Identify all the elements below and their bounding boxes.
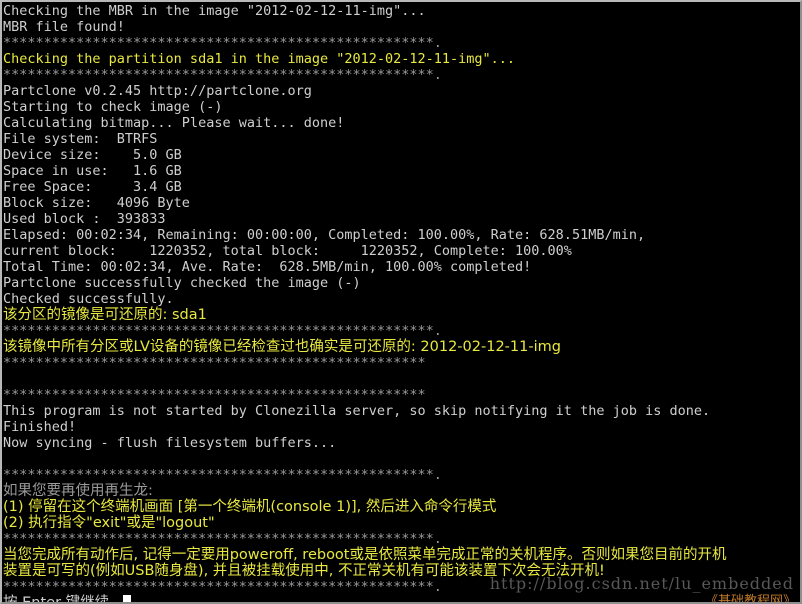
terminal-line: Finished! xyxy=(3,419,77,435)
terminal-line: File system: BTRFS xyxy=(3,131,158,147)
terminal-line: (2) 执行指令"exit"或是"logout" xyxy=(3,515,215,531)
terminal-line: Now syncing - flush filesystem buffers..… xyxy=(3,435,337,451)
terminal-line: Block size: 4096 Byte xyxy=(3,195,190,211)
terminal-line: 如果您要再使用再生龙: xyxy=(3,483,153,499)
terminal-line: This program is not started by Clonezill… xyxy=(3,403,711,419)
terminal-line: Partclone v0.2.45 http://partclone.org xyxy=(3,83,312,99)
terminal-line: Used block : 393833 xyxy=(3,211,166,227)
terminal-prompt-line[interactable]: 按 Enter 键继续... xyxy=(3,595,800,602)
terminal-line: (1) 停留在这个终端机画面 [第一个终端机(console 1)], 然后进入… xyxy=(3,499,497,515)
terminal-line: Free Space: 3.4 GB xyxy=(3,179,182,195)
text-cursor xyxy=(122,595,131,602)
terminal-line: Checking the partition sda1 in the image… xyxy=(3,51,516,67)
terminal-line: ****************************************… xyxy=(3,467,442,483)
terminal-line: Elapsed: 00:02:34, Remaining: 00:00:00, … xyxy=(3,227,646,243)
terminal-line: ****************************************… xyxy=(3,531,442,547)
terminal-output-area[interactable]: Checking the MBR in the image "2012-02-1… xyxy=(2,2,800,602)
terminal-line: Partclone successfully checked the image… xyxy=(3,275,361,291)
terminal-line: Total Time: 00:02:34, Ave. Rate: 628.5MB… xyxy=(3,259,532,275)
terminal-line: 当您完成所有动作后, 记得一定要用poweroff, reboot或是依照菜单完… xyxy=(3,547,727,563)
terminal-line: ****************************************… xyxy=(3,355,426,371)
terminal-line: ****************************************… xyxy=(3,323,442,339)
terminal-line: 装置是可写的(例如USB随身盘), 并且被挂载使用中, 不正常关机有可能该装置下… xyxy=(3,563,605,579)
terminal-line: ****************************************… xyxy=(3,579,442,595)
terminal-line: MBR file found! xyxy=(3,19,125,35)
prompt-text: 按 Enter 键继续... xyxy=(3,595,123,602)
terminal-line: ****************************************… xyxy=(3,35,442,51)
terminal-line: 该分区的镜像是可还原的: sda1 xyxy=(3,307,207,323)
terminal-line: ****************************************… xyxy=(3,67,442,83)
terminal-line: 该镜像中所有分区或LV设备的镜像已经检查过也确实是可还原的: 2012-02-1… xyxy=(3,339,561,355)
terminal-line: Device size: 5.0 GB xyxy=(3,147,182,163)
terminal-line: Checked successfully. xyxy=(3,291,174,307)
terminal-line: ****************************************… xyxy=(3,387,426,403)
terminal-line: Checking the MBR in the image "2012-02-1… xyxy=(3,3,426,19)
terminal-line: Space in use: 1.6 GB xyxy=(3,163,182,179)
terminal-line: Calculating bitmap... Please wait... don… xyxy=(3,115,345,131)
terminal-line: current block: 1220352, total block: 122… xyxy=(3,243,572,259)
terminal-line: Starting to check image (-) xyxy=(3,99,223,115)
terminal-window: Checking the MBR in the image "2012-02-1… xyxy=(0,0,802,604)
